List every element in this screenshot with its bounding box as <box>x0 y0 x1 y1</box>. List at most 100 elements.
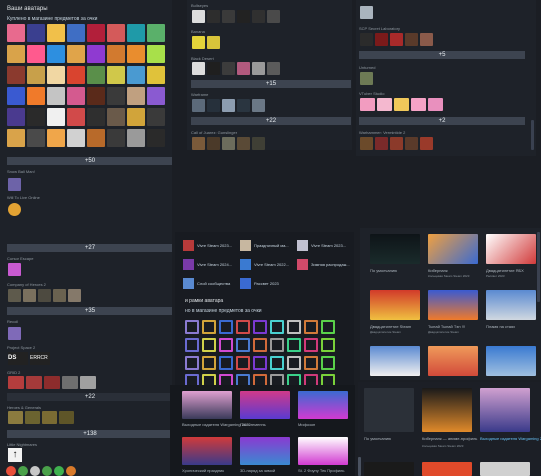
avatar-thumb[interactable] <box>18 466 28 476</box>
avatar-thumb[interactable] <box>47 108 65 126</box>
theme-thumb[interactable] <box>240 437 290 465</box>
avatar-thumb[interactable] <box>107 87 125 105</box>
mini-profile-thumb[interactable] <box>480 388 530 432</box>
avatar-thumb[interactable] <box>68 289 81 302</box>
mini-profile-thumb[interactable] <box>480 462 530 476</box>
background-thumb[interactable] <box>486 234 536 264</box>
avatar-thumb[interactable] <box>7 66 25 84</box>
avatar-thumb[interactable] <box>47 87 65 105</box>
avatar-thumb[interactable] <box>252 137 265 150</box>
avatar-thumb[interactable] <box>107 45 125 63</box>
avatar-thumb[interactable] <box>207 99 220 112</box>
avatar-frame[interactable] <box>219 356 233 370</box>
background-item[interactable]: Зимняя распродаж... <box>297 259 350 270</box>
mini-profile-thumb[interactable] <box>364 388 414 432</box>
avatar-thumb[interactable] <box>67 108 85 126</box>
avatar-thumb[interactable] <box>222 62 235 75</box>
avatar-thumb[interactable] <box>87 87 105 105</box>
avatar-thumb[interactable] <box>107 24 125 42</box>
avatar-thumb[interactable] <box>8 178 21 191</box>
avatar-thumb[interactable] <box>107 66 125 84</box>
avatar-thumb[interactable] <box>80 376 96 389</box>
avatar-frame[interactable] <box>270 320 284 334</box>
background-item[interactable]: Праздничный ма... <box>240 240 289 251</box>
avatar-thumb[interactable] <box>8 289 21 302</box>
avatar-thumb[interactable] <box>67 87 85 105</box>
avatar-thumb[interactable] <box>8 263 21 276</box>
avatar-thumb[interactable] <box>7 24 25 42</box>
avatar-thumb[interactable] <box>67 129 85 147</box>
avatar-thumb[interactable] <box>127 66 145 84</box>
avatar-thumb[interactable] <box>87 129 105 147</box>
show-more-button[interactable]: +27 <box>7 244 172 252</box>
avatar-thumb[interactable] <box>47 24 65 42</box>
mini-profile-thumb[interactable] <box>422 388 472 432</box>
avatar-thumb[interactable] <box>147 87 165 105</box>
avatar-thumb[interactable] <box>38 289 51 302</box>
avatar-thumb[interactable] <box>54 466 64 476</box>
avatar-thumb[interactable] <box>420 137 433 150</box>
avatar-thumb[interactable] <box>207 62 220 75</box>
avatar-thumb[interactable] <box>8 327 21 340</box>
avatar-thumb[interactable] <box>192 99 205 112</box>
avatar-frame[interactable] <box>202 356 216 370</box>
background-thumb[interactable] <box>370 234 420 264</box>
avatar-thumb[interactable] <box>47 45 65 63</box>
avatar-thumb[interactable] <box>192 10 205 23</box>
avatar-thumb[interactable] <box>127 108 145 126</box>
avatar-thumb[interactable] <box>44 376 60 389</box>
background-item[interactable]: Слой сообщества <box>183 278 230 289</box>
avatar-frame[interactable] <box>253 338 267 352</box>
background-thumb[interactable] <box>486 346 536 376</box>
avatar-thumb[interactable] <box>360 33 373 46</box>
avatar-frame[interactable] <box>236 338 250 352</box>
avatar-thumb[interactable] <box>147 66 165 84</box>
avatar-thumb[interactable] <box>87 24 105 42</box>
avatar-thumb[interactable] <box>394 98 409 111</box>
avatar-frame[interactable] <box>287 338 301 352</box>
background-thumb[interactable] <box>486 290 536 320</box>
avatar-thumb[interactable] <box>66 466 76 476</box>
avatar-thumb[interactable] <box>360 6 373 19</box>
avatar-thumb[interactable] <box>405 33 418 46</box>
avatar-thumb[interactable] <box>26 376 42 389</box>
avatar-thumb[interactable] <box>237 99 250 112</box>
avatar-thumb[interactable] <box>147 24 165 42</box>
avatar-thumb[interactable] <box>207 10 220 23</box>
avatar-frame[interactable] <box>185 338 199 352</box>
avatar-thumb[interactable] <box>127 129 145 147</box>
avatar-thumb[interactable] <box>360 72 373 85</box>
background-thumb[interactable] <box>428 346 478 376</box>
avatar-frame[interactable] <box>287 320 301 334</box>
avatar-thumb[interactable] <box>390 33 403 46</box>
avatar-thumb[interactable] <box>127 24 145 42</box>
avatar-thumb[interactable] <box>405 137 418 150</box>
avatar-thumb[interactable] <box>67 24 85 42</box>
avatar-thumb[interactable] <box>7 108 25 126</box>
theme-thumb[interactable] <box>298 437 348 465</box>
avatar-frame[interactable] <box>304 356 318 370</box>
background-thumb[interactable] <box>370 290 420 320</box>
avatar-thumb[interactable] <box>27 108 45 126</box>
background-thumb[interactable] <box>428 234 478 264</box>
theme-thumb[interactable] <box>240 391 290 419</box>
avatar-frame[interactable] <box>202 320 216 334</box>
avatar-thumb[interactable] <box>237 10 250 23</box>
avatar-frame[interactable] <box>253 320 267 334</box>
avatar-thumb[interactable] <box>252 99 265 112</box>
avatar-frame[interactable] <box>321 356 335 370</box>
avatar-thumb[interactable] <box>222 137 235 150</box>
avatar-thumb[interactable] <box>87 45 105 63</box>
avatar-thumb[interactable]: DS <box>8 352 28 365</box>
avatar-thumb[interactable] <box>222 10 235 23</box>
avatar-frame[interactable] <box>202 338 216 352</box>
avatar-thumb[interactable] <box>6 466 16 476</box>
avatar-frame[interactable] <box>287 356 301 370</box>
background-item[interactable]: Vivre Steam 2022... <box>240 259 289 270</box>
avatar-thumb[interactable] <box>390 137 403 150</box>
avatar-thumb[interactable] <box>47 129 65 147</box>
avatar-thumb[interactable] <box>27 129 45 147</box>
avatar-thumb[interactable] <box>237 137 250 150</box>
avatar-thumb[interactable] <box>67 45 85 63</box>
avatar-thumb[interactable] <box>252 10 265 23</box>
